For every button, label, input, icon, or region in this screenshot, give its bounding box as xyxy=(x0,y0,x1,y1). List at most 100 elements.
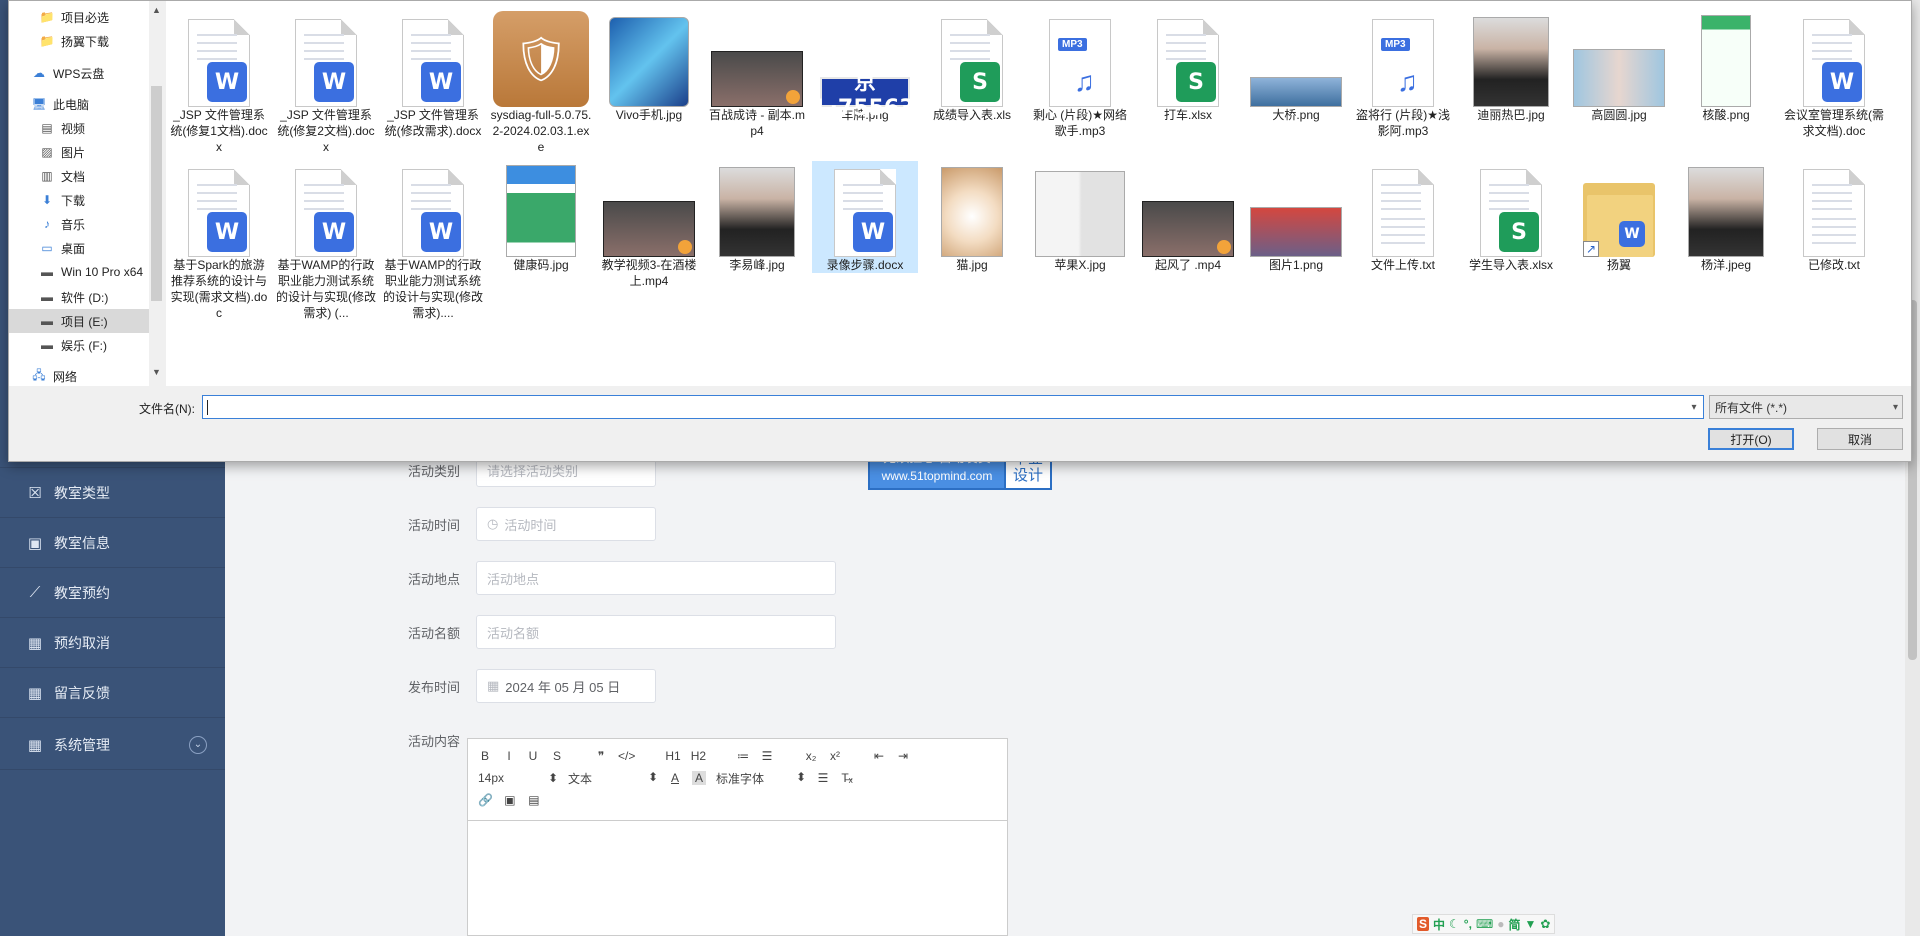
menu-item-1[interactable]: ☒ 教室类型 xyxy=(0,468,225,518)
nav-item-7[interactable]: ⬇ 下载 xyxy=(9,188,149,212)
file-item[interactable]: Vivo手机.jpg xyxy=(596,11,702,123)
publish-date-picker[interactable]: ▦ 2024 年 05 月 05 日 xyxy=(476,669,656,703)
font-color-icon[interactable]: A xyxy=(668,771,682,785)
nav-scrollbar-thumb[interactable] xyxy=(151,86,162,301)
file-item[interactable]: 苹果X.jpg xyxy=(1027,161,1133,273)
menu-item-3[interactable]: ⟋ 教室预约 xyxy=(0,568,225,618)
editor-format-button[interactable]: ❞ xyxy=(594,749,608,763)
editor-format-button[interactable]: S xyxy=(550,749,564,763)
file-item[interactable]: 高圆圆.jpg xyxy=(1566,11,1672,123)
nav-item-4[interactable]: ▤ 视频 xyxy=(9,116,149,140)
ime-moon-icon[interactable]: ☾ xyxy=(1449,917,1460,931)
align-icon[interactable]: ☰ xyxy=(816,771,830,785)
nav-item-9[interactable]: ▭ 桌面 xyxy=(9,236,149,260)
file-item[interactable]: W _JSP 文件管理系统(修复2文档).docx xyxy=(273,11,379,155)
file-item[interactable]: W ↗ 扬翼 xyxy=(1566,161,1672,273)
menu-item-4[interactable]: ▦ 预约取消 xyxy=(0,618,225,668)
file-item[interactable]: W _JSP 文件管理系统(修复1文档).docx xyxy=(166,11,272,155)
file-item[interactable]: 图片1.png xyxy=(1243,161,1349,273)
file-item[interactable]: 起风了 .mp4 xyxy=(1135,161,1241,273)
image-icon[interactable]: ▣ xyxy=(503,793,517,807)
editor-format-button[interactable]: ☰ xyxy=(760,749,774,763)
ime-simplified-mode[interactable]: 简 xyxy=(1509,916,1521,933)
file-item[interactable]: 🛡 sysdiag-full-5.0.75.2-2024.02.03.1.exe xyxy=(488,11,594,155)
menu-item-6[interactable]: ▦ 系统管理 ⌄ xyxy=(0,720,225,770)
file-item[interactable]: 猫.jpg xyxy=(919,161,1025,273)
filename-dropdown-icon[interactable]: ▾ xyxy=(1685,396,1703,418)
ime-settings-icon[interactable]: ✿ xyxy=(1540,917,1550,931)
file-item[interactable]: 迪丽热巴.jpg xyxy=(1458,11,1564,123)
nav-item-3[interactable]: 🖥 此电脑 xyxy=(9,92,149,116)
menu-item-2[interactable]: ▣ 教室信息 xyxy=(0,518,225,568)
open-button[interactable]: 打开(O) xyxy=(1708,428,1794,450)
file-item[interactable]: W 基于WAMP的行政职业能力测试系统的设计与实现(修改需求).... xyxy=(380,161,486,321)
editor-format-button[interactable]: B xyxy=(478,749,492,763)
editor-format-button[interactable]: ⇤ xyxy=(872,749,886,763)
file-item[interactable]: W 录像步骤.docx xyxy=(812,161,918,273)
font-size-select[interactable]: 14px ⬍ xyxy=(478,771,558,785)
video-embed-icon[interactable]: ▤ xyxy=(527,793,541,807)
file-item[interactable]: W 会议室管理系统(需求文档).doc xyxy=(1781,11,1887,139)
nav-item-13[interactable]: ▬ 娱乐 (F:) xyxy=(9,333,149,357)
file-item[interactable]: 文件上传.txt xyxy=(1350,161,1456,273)
nav-item-10[interactable]: ▬ Win 10 Pro x64 xyxy=(9,260,149,284)
editor-format-button[interactable]: I xyxy=(502,749,516,763)
quota-input[interactable]: 活动名额 xyxy=(476,615,836,649)
file-item[interactable]: W _JSP 文件管理系统(修改需求).docx xyxy=(380,11,486,139)
nav-item-8[interactable]: ♪ 音乐 xyxy=(9,212,149,236)
file-item[interactable]: 大桥.png xyxy=(1243,11,1349,123)
file-item[interactable]: 百战成诗 - 副本.mp4 xyxy=(704,11,810,139)
time-picker[interactable]: ◷ 活动时间 xyxy=(476,507,656,541)
editor-format-button[interactable]: ⇥ xyxy=(896,749,910,763)
link-icon[interactable]: 🔗 xyxy=(478,793,493,807)
font-family-select[interactable]: 标准字体 ⬍ xyxy=(716,770,806,787)
filename-input[interactable]: ▾ xyxy=(202,395,1704,419)
location-input[interactable]: 活动地点 xyxy=(476,561,836,595)
nav-item-1[interactable]: 📁 扬翼下载 xyxy=(9,29,149,53)
editor-format-button[interactable]: x² xyxy=(828,749,842,763)
scroll-up-icon[interactable]: ▲ xyxy=(151,5,162,19)
nav-item-11[interactable]: ▬ 软件 (D:) xyxy=(9,285,149,309)
editor-format-button[interactable]: U xyxy=(526,749,540,763)
file-item[interactable]: 健康码.jpg xyxy=(488,161,594,273)
editor-format-button[interactable]: x₂ xyxy=(804,749,818,763)
nav-item-2[interactable]: ☁ WPS云盘 xyxy=(9,61,149,85)
ime-skin-icon[interactable]: ▼ xyxy=(1525,917,1537,931)
nav-item-6[interactable]: ▥ 文档 xyxy=(9,164,149,188)
chevron-down-icon[interactable]: ⌄ xyxy=(189,735,207,754)
editor-format-button[interactable]: H1 xyxy=(665,749,680,763)
file-item[interactable]: S 打车.xlsx xyxy=(1135,11,1241,123)
editor-content-area[interactable] xyxy=(468,821,1007,936)
nav-item-12[interactable]: ▬ 项目 (E:) xyxy=(9,309,149,333)
cancel-button[interactable]: 取消 xyxy=(1817,428,1903,450)
file-type-filter[interactable]: 所有文件 (*.*) ▾ xyxy=(1709,395,1903,419)
editor-format-button[interactable]: ≔ xyxy=(736,749,750,763)
ime-punctuation-icon[interactable]: °, xyxy=(1464,917,1472,931)
file-item[interactable]: 教学视频3-在酒楼上.mp4 xyxy=(596,161,702,289)
menu-item-5[interactable]: ▦ 留言反馈 xyxy=(0,668,225,718)
file-item[interactable]: W 基于WAMP的行政职业能力测试系统的设计与实现(修改需求) (... xyxy=(273,161,379,321)
file-item[interactable]: 核酸.png xyxy=(1673,11,1779,123)
ime-toolbar[interactable]: S 中 ☾ °, ⌨ ● 简 ▼ ✿ xyxy=(1412,914,1556,934)
file-item[interactable]: W 基于Spark的旅游推荐系统的设计与实现(需求文档).doc xyxy=(166,161,272,321)
editor-format-button[interactable]: H2 xyxy=(691,749,706,763)
file-item[interactable]: 李易峰.jpg xyxy=(704,161,810,273)
editor-format-button[interactable]: </> xyxy=(618,749,635,763)
nav-item-5[interactable]: ▨ 图片 xyxy=(9,140,149,164)
text-style-select[interactable]: 文本 ⬍ xyxy=(568,770,658,787)
file-item[interactable]: MP3 ♫ 盗将行 (片段)★浅影阿.mp3 xyxy=(1350,11,1456,139)
scroll-down-icon[interactable]: ▼ xyxy=(151,367,162,381)
file-item[interactable]: MP3 ♫ 剩心 (片段)★网络歌手.mp3 xyxy=(1027,11,1133,139)
file-item[interactable]: S 成绩导入表.xls xyxy=(919,11,1025,123)
clear-format-icon[interactable]: T̶ₓ xyxy=(840,771,854,785)
ime-user-icon[interactable]: ● xyxy=(1497,917,1504,931)
nav-item-14[interactable]: 🖧 网络 xyxy=(9,364,149,388)
file-item[interactable]: 京L·75563 车牌.png xyxy=(812,11,918,123)
nav-item-0[interactable]: 📁 项目必选 xyxy=(9,5,149,29)
file-item[interactable]: S 学生导入表.xlsx xyxy=(1458,161,1564,273)
file-item[interactable]: 杨洋.jpeg xyxy=(1673,161,1779,273)
background-color-icon[interactable]: A xyxy=(692,771,706,785)
ime-keyboard-icon[interactable]: ⌨ xyxy=(1476,917,1493,931)
ime-chinese-mode[interactable]: 中 xyxy=(1433,916,1445,933)
file-item[interactable]: 已修改.txt xyxy=(1781,161,1887,273)
